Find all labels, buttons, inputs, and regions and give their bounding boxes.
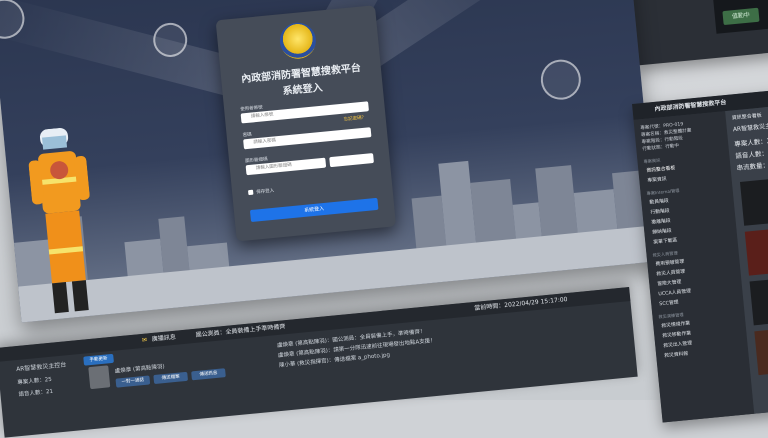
top-right-screenshot: 值勤中 xyxy=(628,0,768,66)
nav-item-scenario[interactable]: 救災情境作業 xyxy=(661,319,690,329)
captcha-placeholder: 請輸入圖形驗證碼 xyxy=(255,162,293,172)
nav-item-evacuate[interactable]: 撤離階段 xyxy=(651,217,671,226)
dashboard-title: 內政部消防署智慧搜救平台 xyxy=(654,98,727,113)
password-label: 密碼 xyxy=(242,132,252,139)
user-name: 盧煥章 (第高點陳羽) xyxy=(114,363,165,375)
account-placeholder: 請輸入帳號 xyxy=(250,112,274,120)
stat-voice: 語音人數：21 xyxy=(18,388,54,399)
stat-streams: 串流數量：1 xyxy=(736,160,768,173)
camera-feed[interactable] xyxy=(749,273,768,326)
manual-refresh-button[interactable]: 手動更新 xyxy=(83,353,114,366)
nav-item-project-info[interactable]: 專案資訊 xyxy=(647,175,667,184)
nav-item-budget[interactable]: 費用預報管理 xyxy=(655,258,684,268)
nav-section-project: 專案資訊 xyxy=(643,157,661,165)
nav-section-internal: 專案Internal管理 xyxy=(646,187,680,196)
side-dashboard-screenshot: 內政部消防署智慧搜救平台 專案代號：PRO-019 專案名稱：救災整體計畫 專案… xyxy=(632,84,768,423)
collage-background: 值勤中 內政部消防署智慧搜救平台 系統登入 使用者帳號 請輸入帳號 忘記密碼？ … xyxy=(0,0,768,438)
fire-agency-emblem-icon xyxy=(278,21,318,61)
nav-item-adventure[interactable]: 冒險大管理 xyxy=(657,278,681,287)
broadcast-text: 國公測員：全員裝備上手準時備齊 xyxy=(195,323,286,339)
login-form: 內政部消防署智慧搜救平台 系統登入 使用者帳號 請輸入帳號 忘記密碼？ 密碼 請… xyxy=(215,5,397,242)
nav-section-personnel: 救災人員管理 xyxy=(652,250,678,258)
nav-item-mobilize[interactable]: 動員階段 xyxy=(649,197,669,206)
remember-checkbox[interactable] xyxy=(247,189,254,196)
nav-item-access[interactable]: 救災出入管理 xyxy=(663,339,692,349)
login-submit-button[interactable]: 系統登入 xyxy=(249,197,379,223)
password-placeholder: 請輸入密碼 xyxy=(253,138,277,146)
stat-voice: 語音人數：21 xyxy=(735,148,768,161)
camera-feed[interactable] xyxy=(739,174,768,226)
send-message-button[interactable]: 傳送訊息 xyxy=(191,368,226,381)
nav-item-move[interactable]: 救災移動作業 xyxy=(662,329,691,339)
login-screenshot: 內政部消防署智慧搜救平台 系統登入 使用者帳號 請輸入帳號 忘記密碼？ 密碼 請… xyxy=(0,0,659,323)
panel-title: AR智慧救災主控台 xyxy=(15,361,67,374)
forgot-password-link[interactable]: 忘記密碼？ xyxy=(343,115,366,123)
camera-feed[interactable] xyxy=(754,323,768,376)
stat-members: 專案人數：25 xyxy=(733,136,768,149)
captcha-image[interactable] xyxy=(329,153,374,168)
nav-item-library[interactable]: 救災資料館 xyxy=(664,350,688,359)
send-file-button[interactable]: 傳送檔案 xyxy=(153,371,189,385)
camera-feed[interactable] xyxy=(744,224,768,276)
decor-bubble xyxy=(539,57,583,102)
call-button[interactable]: 一對一通話 xyxy=(115,375,151,388)
stat-members: 專案人數：25 xyxy=(17,376,53,387)
nav-item-action[interactable]: 行動階段 xyxy=(650,207,670,216)
current-time: 當前時間：2022/04/29 15:17:00 xyxy=(474,296,568,312)
panel-title: AR智慧救災主控台 xyxy=(732,121,768,134)
nav-item-download[interactable]: 案單下載區 xyxy=(653,236,677,245)
broadcast-icon: ✉ xyxy=(141,336,148,344)
broadcast-label: 廣播訊息 xyxy=(151,333,177,344)
nav-section-drill: 救災演練管理 xyxy=(658,312,684,320)
nav-item-rescuers[interactable]: 救災人員管理 xyxy=(656,268,685,278)
nav-item-dashboard[interactable]: 資訊整合看板 xyxy=(646,164,675,174)
main-title: 資訊整合看板 xyxy=(731,112,763,122)
nav-item-summary[interactable]: 歸納階段 xyxy=(652,227,672,236)
nav-item-scc[interactable]: SCC管理 xyxy=(659,298,679,307)
password-input[interactable]: 請輸入密碼 xyxy=(243,127,372,150)
remember-label: 保存登入 xyxy=(256,188,275,196)
nav-item-ucca[interactable]: UCCA人員管理 xyxy=(658,287,691,297)
avatar xyxy=(88,365,111,390)
